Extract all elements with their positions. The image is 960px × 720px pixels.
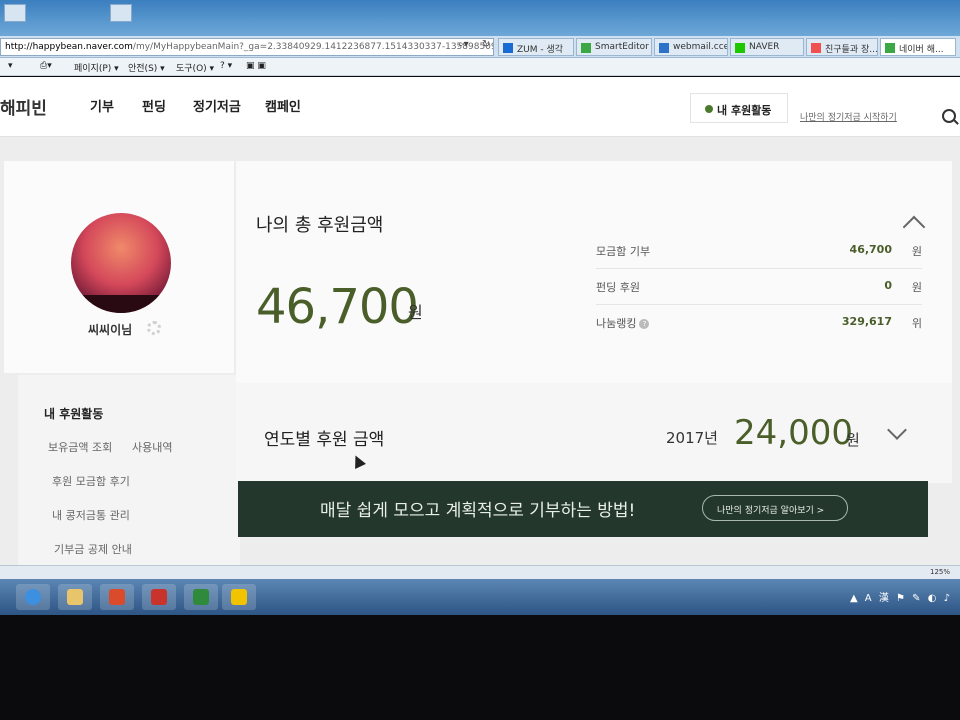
- search-dropdown-icon[interactable]: ⌕▾: [458, 39, 469, 50]
- windows-taskbar: ▲ A 漢 ⚑ ✎ ◐ ♪: [0, 579, 960, 615]
- tab-label: NAVER: [749, 42, 780, 52]
- banner-text: 매달 쉽게 모으고 계획적으로 기부하는 방법!: [320, 501, 636, 521]
- profile-card: 씨씨이님: [4, 161, 234, 373]
- help-icon[interactable]: ?: [639, 319, 650, 329]
- nav-funding[interactable]: 펀딩: [142, 96, 166, 115]
- address-host: http://happybean.naver.com: [5, 42, 133, 52]
- tab-label: ZUM - 생각: [517, 45, 564, 55]
- browser-tab[interactable]: 친구들과 장...: [806, 38, 878, 56]
- happybean-page: 해피빈 기부 펀딩 정기저금 캠페인 내 후원활동 나만의 정기저금 시작하기 …: [0, 77, 960, 565]
- banner-button[interactable]: 나만의 정기저금 알아보기 >: [702, 495, 848, 521]
- total-donation-amount: 46,700: [256, 279, 419, 335]
- browser-tab[interactable]: ZUM - 생각: [498, 38, 574, 56]
- taskbar-kakaotalk-icon[interactable]: [222, 584, 256, 610]
- refresh-icon[interactable]: ↻: [482, 39, 490, 50]
- taskbar-media-icon[interactable]: [100, 584, 134, 610]
- tab-label: 네이버 해...: [899, 45, 944, 55]
- total-donation-title: 나의 총 후원금액: [256, 215, 384, 236]
- home-dropdown-icon[interactable]: ▾: [8, 61, 13, 71]
- command-bar: ▾ ⎙▾ 페이지(P) ▾ 안전(S) ▾ 도구(O) ▾ ? ▾ ▣ ▣: [0, 58, 960, 76]
- yearly-donation-title: 연도별 후원 금액: [264, 430, 385, 450]
- chevron-down-icon[interactable]: [887, 420, 907, 440]
- tab-favicon-icon: [735, 43, 745, 53]
- gear-icon[interactable]: [147, 321, 161, 335]
- side-menu-item-usage[interactable]: 사용내역: [132, 439, 172, 455]
- avatar[interactable]: [71, 213, 171, 313]
- side-menu-item-tax-guide[interactable]: 기부금 공제 안내: [54, 541, 132, 557]
- tab-favicon-icon: [811, 43, 821, 53]
- side-menu-item-reviews[interactable]: 후원 모금함 후기: [52, 473, 130, 489]
- window-titlebar: [0, 0, 960, 36]
- taskbar-excel-icon[interactable]: [184, 584, 218, 610]
- start-saving-link[interactable]: 나만의 정기저금 시작하기: [800, 110, 897, 123]
- zoom-level[interactable]: 125%: [930, 568, 950, 576]
- browser-tab-active[interactable]: 네이버 해...: [880, 38, 956, 56]
- tab-label: 친구들과 장...: [825, 45, 878, 55]
- browser-tab[interactable]: SmartEditor -: [576, 38, 652, 56]
- address-bar[interactable]: http://happybean.naver.com/my/MyHappybea…: [0, 38, 494, 56]
- tab-label: webmail.cce.kr: [673, 42, 727, 52]
- safety-menu[interactable]: 안전(S) ▾: [128, 61, 165, 74]
- donation-summary: 나의 총 후원금액 46,700 원 모금함 기부 46,700 원 펀딩 후원…: [236, 161, 952, 383]
- nav-donate[interactable]: 기부: [90, 96, 114, 115]
- yearly-donation-panel[interactable]: 연도별 후원 금액 2017년 24,000 원: [236, 383, 952, 483]
- stat-row: 모금함 기부 46,700 원: [596, 233, 922, 269]
- stat-label: 모금함 기부: [596, 245, 651, 258]
- monitor-screen: http://happybean.naver.com/my/MyHappybea…: [0, 0, 960, 720]
- tab-favicon-icon: [503, 43, 513, 53]
- tools-menu[interactable]: 도구(O) ▾: [176, 61, 214, 74]
- green-dot-icon: [705, 105, 713, 113]
- side-menu: 내 후원활동 보유금액 조회 사용내역 후원 모금함 후기 내 콩저금통 관리 …: [18, 375, 240, 565]
- window-app-icon: [110, 4, 132, 22]
- taskbar-folder-icon[interactable]: [58, 584, 92, 610]
- browser-status-bar: 125%: [0, 565, 960, 579]
- stat-value: 46,700: [849, 243, 892, 256]
- site-logo[interactable]: 해피빈: [0, 94, 47, 119]
- saving-promo-banner[interactable]: 매달 쉽게 모으고 계획적으로 기부하는 방법! 나만의 정기저금 알아보기 >: [238, 481, 928, 537]
- address-row: http://happybean.naver.com/my/MyHappybea…: [0, 36, 960, 58]
- stat-row: 나눔랭킹? 329,617 위: [596, 305, 922, 341]
- address-path: /my/MyHappybeanMain?_ga=2.33840929.14122…: [132, 42, 494, 52]
- total-donation-unit: 원: [408, 303, 423, 322]
- taskbar-app-icon[interactable]: [142, 584, 176, 610]
- global-nav: 해피빈 기부 펀딩 정기저금 캠페인 내 후원활동 나만의 정기저금 시작하기: [0, 77, 960, 137]
- stat-label: 나눔랭킹: [596, 317, 637, 330]
- stat-row: 펀딩 후원 0 원: [596, 269, 922, 305]
- stat-value: 329,617: [841, 315, 892, 328]
- search-icon[interactable]: [942, 109, 956, 123]
- nav-regular-saving[interactable]: 정기저금: [193, 96, 241, 115]
- window-app-icon: [4, 4, 26, 22]
- my-activity-button[interactable]: 내 후원활동: [690, 93, 788, 123]
- tab-favicon-icon: [659, 43, 669, 53]
- nickname: 씨씨이님: [88, 323, 133, 337]
- side-menu-title: 내 후원활동: [44, 407, 104, 421]
- monitor-bezel: [0, 615, 960, 720]
- page-menu[interactable]: 페이지(P) ▾: [74, 61, 119, 74]
- stat-label: 펀딩 후원: [596, 281, 640, 294]
- tab-favicon-icon: [581, 43, 591, 53]
- yearly-year: 2017년: [666, 429, 718, 447]
- yearly-unit: 원: [846, 431, 860, 449]
- nav-campaign[interactable]: 캠페인: [265, 96, 301, 115]
- help-menu[interactable]: ? ▾: [220, 61, 232, 71]
- browser-tab[interactable]: webmail.cce.kr: [654, 38, 728, 56]
- side-menu-item-piggybank[interactable]: 내 콩저금통 관리: [52, 507, 130, 523]
- stat-value: 0: [884, 279, 892, 292]
- system-tray-icon[interactable]: ▲ A 漢 ⚑ ✎ ◐ ♪: [850, 589, 952, 604]
- tab-label: SmartEditor -: [595, 42, 652, 52]
- stat-unit: 원: [911, 281, 922, 294]
- taskbar-ie-icon[interactable]: [16, 584, 50, 610]
- toolbar-extension-icon[interactable]: ▣ ▣: [246, 61, 266, 71]
- stat-label-with-help: 나눔랭킹?: [596, 315, 650, 331]
- browser-tab[interactable]: NAVER: [730, 38, 804, 56]
- stat-unit: 원: [911, 245, 922, 258]
- my-activity-label: 내 후원활동: [717, 104, 772, 117]
- side-menu-item-balance[interactable]: 보유금액 조회: [48, 439, 112, 455]
- stat-unit: 위: [911, 317, 922, 330]
- print-icon[interactable]: ⎙▾: [40, 61, 52, 71]
- tab-favicon-icon: [885, 43, 895, 53]
- yearly-amount: 24,000: [734, 413, 853, 453]
